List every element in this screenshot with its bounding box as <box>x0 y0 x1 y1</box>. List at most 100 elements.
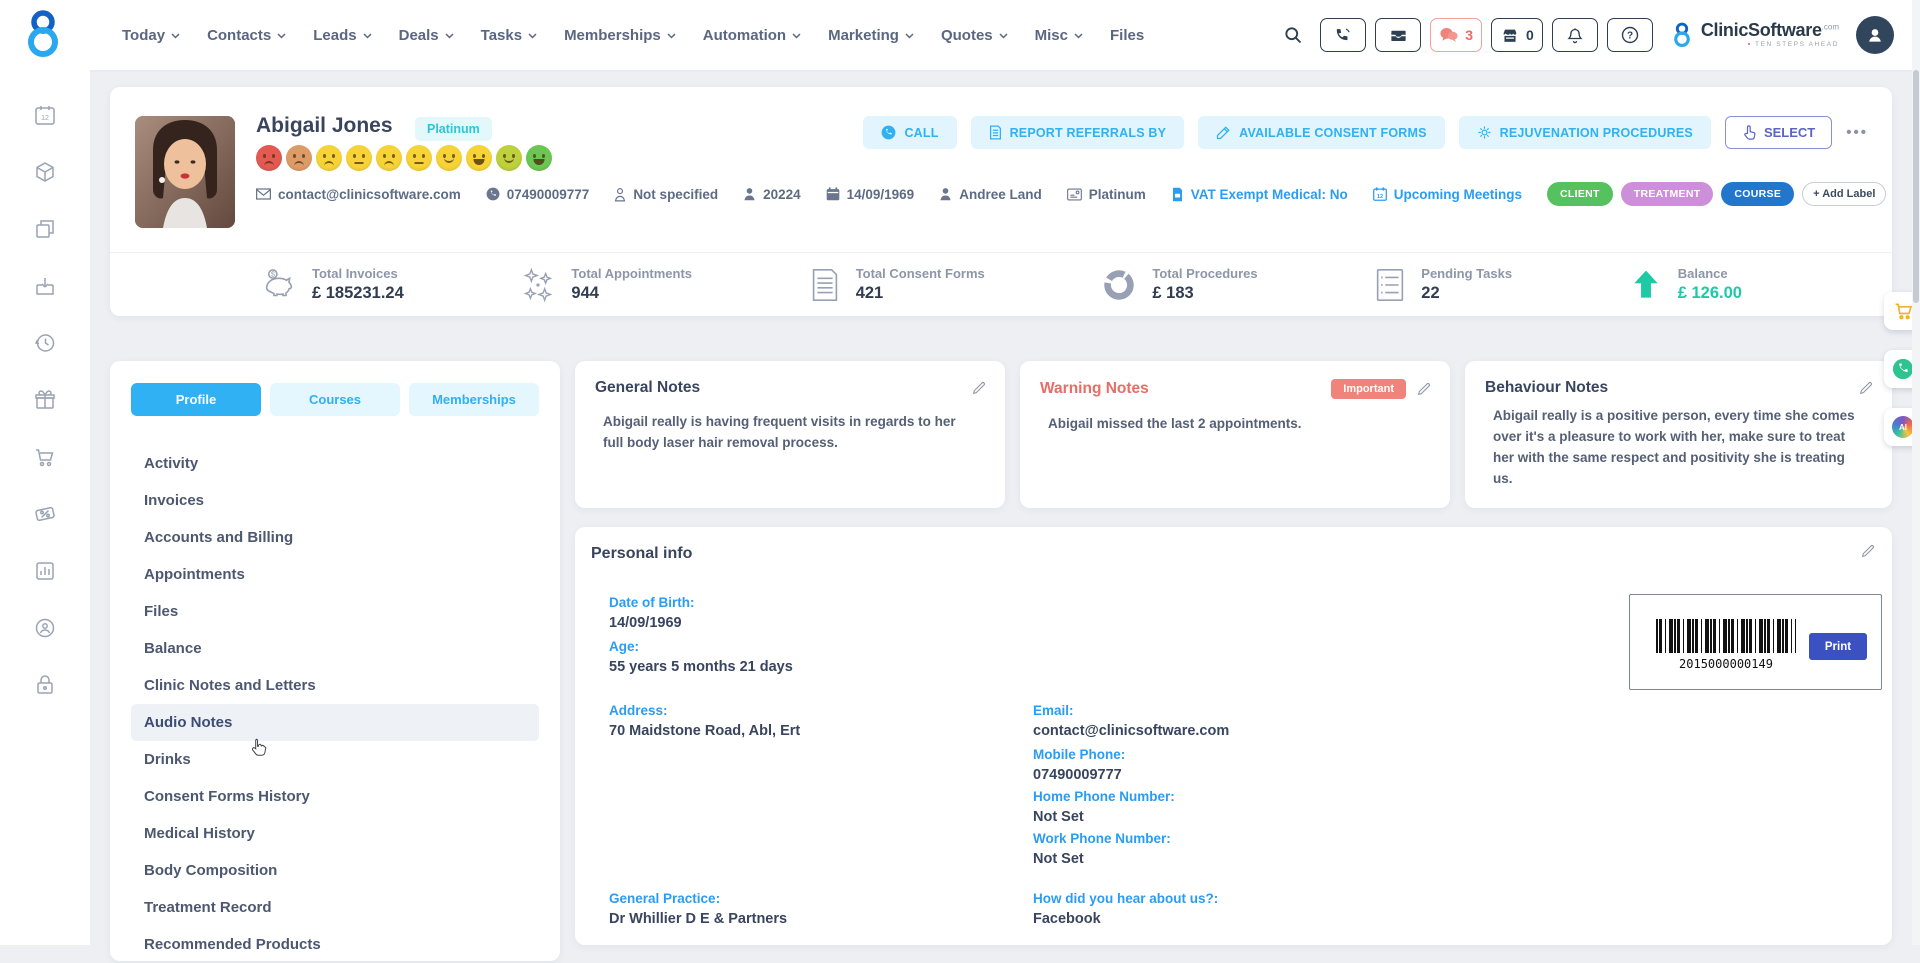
menu-item-accounts-and-billing[interactable]: Accounts and Billing <box>131 519 539 556</box>
mood-7-icon[interactable] <box>436 145 462 171</box>
edit-icon[interactable] <box>1416 381 1432 397</box>
behaviour-notes-text: Abigail really is a positive person, eve… <box>1465 397 1892 489</box>
nav-memberships[interactable]: Memberships <box>564 27 676 44</box>
report-referrals-button[interactable]: REPORT REFERRALS BY <box>971 116 1185 149</box>
stat-value: 944 <box>571 284 692 303</box>
print-button[interactable]: Print <box>1809 633 1867 660</box>
field-hear-about-us: How did you hear about us?: Facebook <box>1033 891 1218 927</box>
copy-icon[interactable] <box>33 217 57 241</box>
tab-courses[interactable]: Courses <box>270 383 400 416</box>
patient-phone[interactable]: 07490009777 <box>486 187 590 202</box>
package-icon[interactable] <box>33 160 57 184</box>
patient-photo[interactable] <box>135 116 235 228</box>
label-treatment[interactable]: TREATMENT <box>1621 182 1714 206</box>
report-chart-icon[interactable] <box>33 559 57 583</box>
dialer-button[interactable] <box>1320 18 1366 52</box>
notifications-button[interactable] <box>1552 18 1598 52</box>
patient-dob[interactable]: 14/09/1969 <box>826 187 915 202</box>
edit-icon[interactable] <box>971 380 987 396</box>
support-icon[interactable] <box>33 616 57 640</box>
gift-icon[interactable] <box>33 388 57 412</box>
stat-value: £ 126.00 <box>1678 284 1742 303</box>
nav-deals[interactable]: Deals <box>399 27 454 44</box>
store-button[interactable]: 0 <box>1491 18 1543 52</box>
select-button[interactable]: SELECT <box>1725 116 1832 149</box>
label-client[interactable]: CLIENT <box>1547 182 1613 206</box>
vat-exempt-link[interactable]: VAT Exempt Medical: No <box>1171 187 1348 202</box>
menu-item-invoices[interactable]: Invoices <box>131 482 539 519</box>
upcoming-meetings-link[interactable]: 12Upcoming Meetings <box>1373 187 1522 202</box>
menu-item-appointments[interactable]: Appointments <box>131 556 539 593</box>
search-icon[interactable] <box>1283 25 1303 45</box>
mood-4-icon[interactable] <box>346 145 372 171</box>
field-age: Age: 55 years 5 months 21 days <box>609 639 793 675</box>
assigned-staff[interactable]: Andree Land <box>939 187 1042 202</box>
history-icon[interactable] <box>33 331 57 355</box>
menu-item-drinks[interactable]: Drinks <box>131 741 539 778</box>
chat-button[interactable]: 3 <box>1430 18 1482 52</box>
nav-files[interactable]: Files <box>1110 27 1144 44</box>
patient-header-card: Abigail Jones Platinum contact@clinicsof… <box>110 87 1892 316</box>
more-actions-button[interactable]: ••• <box>1846 124 1868 141</box>
lock-icon[interactable] <box>33 673 57 697</box>
tab-memberships[interactable]: Memberships <box>409 383 539 416</box>
brand-logo[interactable]: ClinicSoftware.com ▪ TEN STEPS AHEAD <box>1670 21 1839 49</box>
field-work-phone: Work Phone Number: Not Set <box>1033 831 1171 867</box>
sparkles-icon <box>519 266 557 304</box>
add-label-button[interactable]: + Add Label <box>1802 182 1886 206</box>
tab-profile[interactable]: Profile <box>131 383 261 416</box>
consent-forms-button[interactable]: AVAILABLE CONSENT FORMS <box>1198 116 1444 149</box>
mood-scale[interactable] <box>256 145 552 171</box>
rejuvenation-button[interactable]: REJUVENATION PROCEDURES <box>1459 116 1711 149</box>
nav-quotes[interactable]: Quotes <box>941 27 1008 44</box>
mood-5-icon[interactable] <box>376 145 402 171</box>
patient-occupation[interactable]: Not specified <box>614 187 718 202</box>
mood-6-icon[interactable] <box>406 145 432 171</box>
header-actions: CALL REPORT REFERRALS BY AVAILABLE CONSE… <box>863 116 1868 149</box>
menu-item-body-composition[interactable]: Body Composition <box>131 852 539 889</box>
nav-misc[interactable]: Misc <box>1035 27 1083 44</box>
menu-item-files[interactable]: Files <box>131 593 539 630</box>
mood-10-icon[interactable] <box>526 145 552 171</box>
cart-icon[interactable] <box>33 445 57 469</box>
menu-item-medical-history[interactable]: Medical History <box>131 815 539 852</box>
scrollbar-thumb[interactable] <box>1913 70 1919 303</box>
general-notes-title: General Notes <box>595 379 961 397</box>
svg-text:12: 12 <box>1377 194 1383 200</box>
inbox-button[interactable] <box>1375 18 1421 52</box>
help-button[interactable]: ? <box>1607 18 1653 52</box>
patient-id[interactable]: 20224 <box>743 187 801 202</box>
menu-item-consent-forms-history[interactable]: Consent Forms History <box>131 778 539 815</box>
mood-1-icon[interactable] <box>256 145 282 171</box>
brand-tagline: ▪ TEN STEPS AHEAD <box>1701 42 1839 49</box>
call-button[interactable]: CALL <box>863 116 956 149</box>
mood-9-icon[interactable] <box>496 145 522 171</box>
edit-icon[interactable] <box>1860 543 1876 559</box>
archive-tray-icon[interactable] <box>33 274 57 298</box>
nav-automation[interactable]: Automation <box>703 27 801 44</box>
mood-2-icon[interactable] <box>286 145 312 171</box>
menu-item-activity[interactable]: Activity <box>131 445 539 482</box>
menu-item-clinic-notes-and-letters[interactable]: Clinic Notes and Letters <box>131 667 539 704</box>
mood-3-icon[interactable] <box>316 145 342 171</box>
patient-email[interactable]: contact@clinicsoftware.com <box>256 187 461 202</box>
membership-level[interactable]: Platinum <box>1067 187 1146 202</box>
voucher-icon[interactable] <box>33 502 57 526</box>
user-avatar-button[interactable] <box>1856 16 1894 54</box>
menu-item-audio-notes[interactable]: Audio Notes <box>131 704 539 741</box>
nav-leads[interactable]: Leads <box>313 27 371 44</box>
menu-item-treatment-record[interactable]: Treatment Record <box>131 889 539 926</box>
nav-tasks[interactable]: Tasks <box>481 27 537 44</box>
nav-today[interactable]: Today <box>122 27 180 44</box>
nav-contacts[interactable]: Contacts <box>207 27 286 44</box>
clinicsoftware-logo-icon[interactable] <box>20 8 66 60</box>
personal-info-title: Personal info <box>591 545 692 563</box>
calendar-icon[interactable]: 12 <box>33 103 57 127</box>
label-course[interactable]: COURSE <box>1721 182 1794 206</box>
mood-8-icon[interactable] <box>466 145 492 171</box>
inbox-icon <box>1389 26 1408 45</box>
vertical-scrollbar[interactable] <box>1912 0 1920 945</box>
nav-marketing[interactable]: Marketing <box>828 27 914 44</box>
edit-icon[interactable] <box>1858 380 1874 396</box>
menu-item-balance[interactable]: Balance <box>131 630 539 667</box>
